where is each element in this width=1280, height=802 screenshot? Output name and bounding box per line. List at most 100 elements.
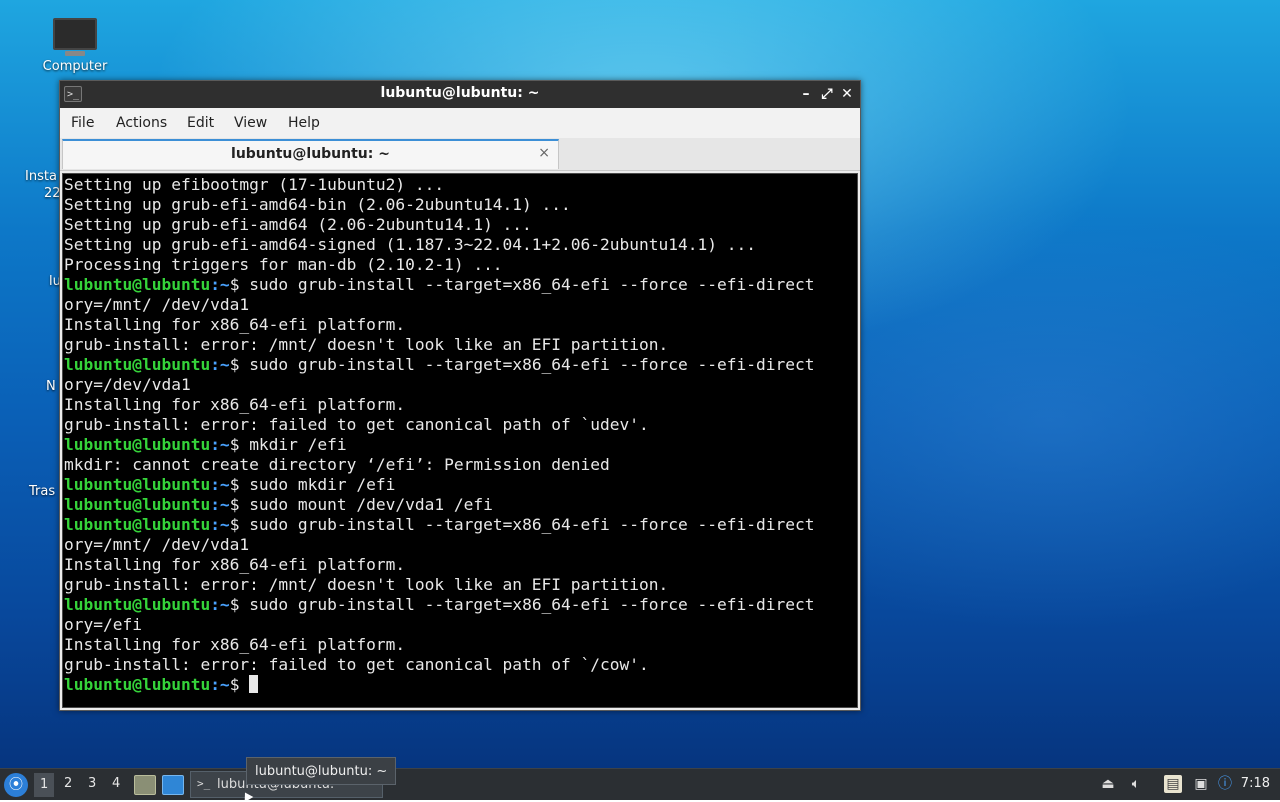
terminal-output-line: grub-install: error: /mnt/ doesn't look … [64,335,857,355]
output-text: Installing for x86_64-efi platform. [64,315,406,334]
desktop-switch-2[interactable]: 2 [64,776,72,791]
terminal-output-line: Installing for x86_64-efi platform. [64,635,857,655]
tab-close-icon[interactable]: × [538,145,550,161]
output-text: Setting up efibootmgr (17-1ubuntu2) ... [64,175,445,194]
terminal-command-line: lubuntu@lubuntu:~$ sudo mount /dev/vda1 … [64,495,857,515]
output-text: grub-install: error: /mnt/ doesn't look … [64,335,669,354]
terminal-command-line: lubuntu@lubuntu:~$ [64,675,857,695]
terminal-command-line: lubuntu@lubuntu:~$ mkdir /efi [64,435,857,455]
desktop-icon-label-partial[interactable]: Insta [25,169,57,184]
file-manager-icon[interactable] [134,775,156,795]
output-text: Setting up grub-efi-amd64-bin (2.06-2ubu… [64,195,571,214]
clipboard-icon[interactable]: ▤ [1164,775,1182,793]
desktop-icon-label-partial[interactable]: N [46,379,56,394]
menu-actions[interactable]: Actions [116,115,167,131]
network-icon[interactable]: ▣ [1192,775,1210,793]
terminal-command-line: lubuntu@lubuntu:~$ sudo grub-install --t… [64,515,857,535]
window-title: lubuntu@lubuntu: ~ [380,85,540,101]
terminal-command-line: lubuntu@lubuntu:~$ sudo grub-install --t… [64,355,857,375]
output-text: mkdir: cannot create directory ‘/efi’: P… [64,455,610,474]
menu-bar: File Actions Edit View Help [60,108,860,138]
prompt-user: lubuntu@lubuntu [64,355,211,374]
terminal-output[interactable]: Setting up efibootmgr (17-1ubuntu2) ... S… [62,173,858,708]
menu-help[interactable]: Help [288,115,320,131]
prompt-path: :~ [210,495,230,514]
menu-file[interactable]: File [71,115,94,131]
terminal-output-line: Setting up grub-efi-amd64-signed (1.187.… [64,235,857,255]
output-text: ory=/mnt/ /dev/vda1 [64,295,250,314]
command-text: sudo mount /dev/vda1 /efi [249,495,493,514]
command-text: sudo grub-install --target=x86_64-efi --… [249,355,815,374]
terminal-command-line: lubuntu@lubuntu:~$ sudo grub-install --t… [64,595,857,615]
computer-icon [53,18,97,56]
taskbar-tooltip: lubuntu@lubuntu: ~ [246,757,397,785]
prompt-path: :~ [210,275,230,294]
tab-terminal[interactable]: lubuntu@lubuntu: ~ × [62,139,559,169]
output-text: Setting up grub-efi-amd64 (2.06-2ubuntu1… [64,215,532,234]
menu-view[interactable]: View [234,115,267,131]
command-text: sudo grub-install --target=x86_64-efi --… [249,595,815,614]
menu-edit[interactable]: Edit [187,115,214,131]
terminal-output-line: ory=/mnt/ /dev/vda1 [64,535,857,555]
terminal-output-line: Processing triggers for man-db (2.10.2-1… [64,255,857,275]
update-notifier-icon[interactable]: ⓘ [1216,775,1234,793]
prompt-sign: $ [229,495,250,514]
terminal-output-line: Installing for x86_64-efi platform. [64,555,857,575]
close-button[interactable]: ✕ [838,85,856,103]
taskbar: ⦿ 1 2 3 4 >_ lubuntu@lubuntu: ~ ⏏ 🔈︎ ▤ ▣… [0,768,1280,800]
terminal-output-line: Installing for x86_64-efi platform. [64,395,857,415]
output-text: ory=/mnt/ /dev/vda1 [64,535,250,554]
output-text: Setting up grub-efi-amd64-signed (1.187.… [64,235,756,254]
prompt-sign: $ [229,435,250,454]
command-text: sudo mkdir /efi [249,475,396,494]
terminal-output-line: mkdir: cannot create directory ‘/efi’: P… [64,455,857,475]
terminal-command-line: lubuntu@lubuntu:~$ sudo mkdir /efi [64,475,857,495]
prompt-path: :~ [210,355,230,374]
tab-bar: lubuntu@lubuntu: ~ × [60,138,860,171]
prompt-sign: $ [229,475,250,494]
prompt-user: lubuntu@lubuntu [64,495,211,514]
clock[interactable]: 7:18 [1241,776,1270,791]
prompt-user: lubuntu@lubuntu [64,275,211,294]
output-text: grub-install: error: /mnt/ doesn't look … [64,575,669,594]
prompt-user: lubuntu@lubuntu [64,595,211,614]
prompt-sign: $ [229,275,250,294]
prompt-path: :~ [210,435,230,454]
terminal-output-line: ory=/efi [64,615,857,635]
command-text: mkdir /efi [249,435,347,454]
output-text: Installing for x86_64-efi platform. [64,395,406,414]
volume-icon[interactable]: 🔈︎ [1127,775,1145,793]
terminal-output-line: grub-install: error: failed to get canon… [64,415,857,435]
terminal-output-line: ory=/mnt/ /dev/vda1 [64,295,857,315]
maximize-button[interactable]: ⤢ [818,85,836,103]
desktop-switch-4[interactable]: 4 [112,776,120,791]
output-text: ory=/efi [64,615,142,634]
output-text: Processing triggers for man-db (2.10.2-1… [64,255,503,274]
eject-icon[interactable]: ⏏ [1099,775,1117,793]
terminal-output-line: Setting up efibootmgr (17-1ubuntu2) ... [64,175,857,195]
prompt-path: :~ [210,595,230,614]
prompt-sign: $ [229,515,250,534]
desktop-switch-1[interactable]: 1 [34,773,55,797]
output-text: Installing for x86_64-efi platform. [64,555,406,574]
desktop-icon-label-partial[interactable]: Tras [29,484,55,499]
command-text: sudo grub-install --target=x86_64-efi --… [249,515,815,534]
prompt-path: :~ [210,675,230,694]
terminal-command-line: lubuntu@lubuntu:~$ sudo grub-install --t… [64,275,857,295]
start-menu-button[interactable]: ⦿ [4,773,28,797]
prompt-sign: $ [229,595,250,614]
terminal-output-line: grub-install: error: failed to get canon… [64,655,857,675]
minimize-button[interactable]: – [797,85,815,103]
prompt-user: lubuntu@lubuntu [64,475,211,494]
title-bar[interactable]: >_ lubuntu@lubuntu: ~ – ⤢ ✕ [60,81,860,108]
prompt-path: :~ [210,475,230,494]
show-desktop-icon[interactable] [162,775,184,795]
desktop-icon-computer[interactable]: Computer [30,18,120,74]
terminal-output-line: Setting up grub-efi-amd64-bin (2.06-2ubu… [64,195,857,215]
terminal-icon: >_ [197,777,211,790]
desktop-switch-3[interactable]: 3 [88,776,96,791]
output-text: ory=/dev/vda1 [64,375,191,394]
command-text: sudo grub-install --target=x86_64-efi --… [249,275,815,294]
output-text: grub-install: error: failed to get canon… [64,415,649,434]
terminal-window[interactable]: >_ lubuntu@lubuntu: ~ – ⤢ ✕ File Actions… [59,80,861,711]
